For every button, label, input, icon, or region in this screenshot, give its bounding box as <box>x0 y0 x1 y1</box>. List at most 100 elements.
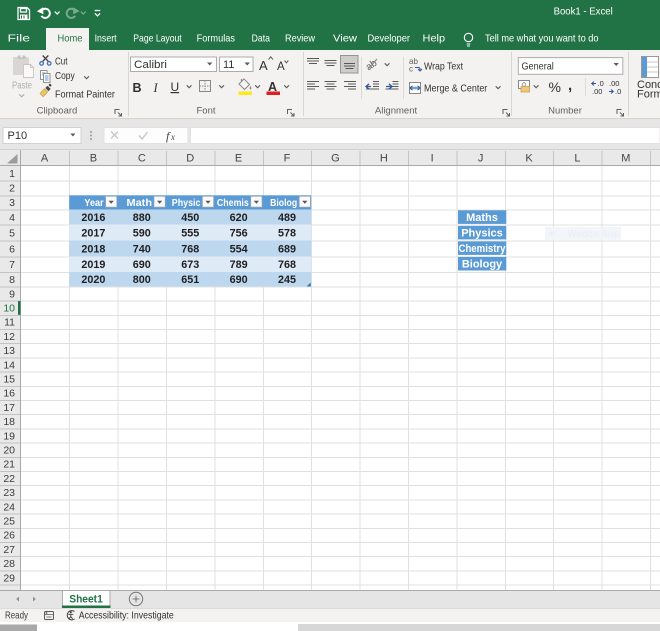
svg-text:Wrap Text: Wrap Text <box>424 61 463 73</box>
svg-text:Physic: Physic <box>172 197 201 209</box>
svg-text:M: M <box>621 153 630 165</box>
svg-text:Merge & Center: Merge & Center <box>424 83 488 95</box>
svg-text:21: 21 <box>3 459 15 471</box>
svg-text:Maths: Maths <box>466 212 498 224</box>
svg-text:U: U <box>171 80 180 94</box>
svg-text:%: % <box>549 79 561 95</box>
svg-text:Physics: Physics <box>461 228 503 240</box>
svg-text:D: D <box>186 153 194 165</box>
svg-text:245: 245 <box>278 274 296 286</box>
svg-text:Page Layout: Page Layout <box>133 33 181 45</box>
svg-text:.00: .00 <box>592 87 602 96</box>
svg-text:25: 25 <box>3 516 15 528</box>
svg-text:19: 19 <box>3 430 15 442</box>
svg-text:578: 578 <box>278 228 296 240</box>
svg-text:A: A <box>259 58 268 73</box>
svg-text:8: 8 <box>9 274 15 286</box>
svg-text:Data: Data <box>252 33 270 45</box>
svg-text:789: 789 <box>230 259 248 271</box>
svg-text:673: 673 <box>181 259 199 271</box>
svg-text:620: 620 <box>230 212 248 224</box>
svg-text:.0: .0 <box>615 87 621 96</box>
svg-text:590: 590 <box>133 228 151 240</box>
svg-text:689: 689 <box>278 244 296 256</box>
svg-text:450: 450 <box>181 212 199 224</box>
svg-text:27: 27 <box>3 544 15 556</box>
svg-text:Paste: Paste <box>12 80 32 92</box>
svg-text:651: 651 <box>181 274 199 286</box>
svg-text:14: 14 <box>3 359 15 371</box>
svg-text:P10: P10 <box>8 130 28 142</box>
svg-text:880: 880 <box>133 212 151 224</box>
svg-text:E: E <box>235 153 242 165</box>
svg-text:11: 11 <box>223 59 234 71</box>
svg-text:7: 7 <box>9 259 15 271</box>
svg-text:File: File <box>8 33 31 45</box>
svg-text:18: 18 <box>3 416 15 428</box>
svg-text:690: 690 <box>230 274 248 286</box>
svg-text:Developer: Developer <box>368 33 411 45</box>
svg-text:6: 6 <box>9 243 15 255</box>
svg-text:Forma: Forma <box>637 89 660 101</box>
svg-text:Format Painter: Format Painter <box>55 89 115 101</box>
svg-text:13: 13 <box>3 345 15 357</box>
svg-text:Alignment: Alignment <box>375 106 418 117</box>
svg-text:View: View <box>333 33 357 45</box>
svg-text:2019: 2019 <box>81 259 105 271</box>
svg-text:Tell me what you want to do: Tell me what you want to do <box>485 33 599 45</box>
svg-text:J: J <box>478 153 484 165</box>
svg-text:12: 12 <box>3 331 15 343</box>
svg-text:Math: Math <box>127 197 153 209</box>
svg-text:Font: Font <box>196 106 215 117</box>
svg-text:,: , <box>568 77 572 94</box>
svg-text:Calibri: Calibri <box>134 59 167 71</box>
svg-text:16: 16 <box>3 388 15 400</box>
svg-text:L: L <box>574 153 580 165</box>
svg-text:11: 11 <box>4 317 15 329</box>
svg-text:Year: Year <box>84 197 103 209</box>
svg-text:Review: Review <box>285 33 315 45</box>
svg-text:F: F <box>284 153 291 165</box>
svg-text:Accessibility: Investigate: Accessibility: Investigate <box>79 611 174 622</box>
svg-text:22: 22 <box>3 473 15 485</box>
svg-text:Insert: Insert <box>95 33 117 45</box>
svg-text:Home: Home <box>58 33 83 45</box>
svg-text:General: General <box>522 61 554 73</box>
svg-text:A: A <box>277 61 285 73</box>
svg-text:x: x <box>170 132 175 142</box>
svg-text:Formulas: Formulas <box>197 33 235 45</box>
svg-text:A: A <box>41 153 49 165</box>
svg-text:K: K <box>525 153 533 165</box>
svg-text:24: 24 <box>3 501 15 513</box>
svg-text:26: 26 <box>3 530 15 542</box>
svg-text:554: 554 <box>230 244 248 256</box>
svg-text:Sheet1: Sheet1 <box>69 594 103 606</box>
svg-text:Cut: Cut <box>55 56 68 68</box>
svg-text:740: 740 <box>133 244 151 256</box>
svg-text:2016: 2016 <box>81 212 105 224</box>
svg-text:768: 768 <box>181 244 199 256</box>
svg-text:10: 10 <box>3 303 15 315</box>
svg-text:G: G <box>331 153 340 165</box>
svg-text:9: 9 <box>9 288 15 300</box>
svg-text:5: 5 <box>9 227 15 239</box>
svg-text:I: I <box>431 153 434 165</box>
svg-text:690: 690 <box>133 259 151 271</box>
svg-text:I: I <box>153 81 159 95</box>
svg-text:3: 3 <box>9 197 15 209</box>
svg-text:Number: Number <box>548 106 582 117</box>
svg-text:Biology: Biology <box>462 259 503 271</box>
svg-text:C: C <box>138 153 146 165</box>
svg-text:Window Snip: Window Snip <box>568 229 619 240</box>
svg-text:2017: 2017 <box>81 228 105 240</box>
svg-text:555: 555 <box>181 228 199 240</box>
svg-text:Chemis: Chemis <box>217 197 249 209</box>
svg-text:c: c <box>409 65 413 74</box>
svg-text:Ready: Ready <box>5 610 29 622</box>
svg-text:768: 768 <box>278 259 296 271</box>
svg-text:23: 23 <box>3 487 15 499</box>
svg-text:B: B <box>133 81 142 95</box>
svg-text:Chemistry: Chemistry <box>459 243 507 255</box>
svg-text:Book1 - Excel: Book1 - Excel <box>554 6 613 18</box>
svg-text:489: 489 <box>278 212 296 224</box>
